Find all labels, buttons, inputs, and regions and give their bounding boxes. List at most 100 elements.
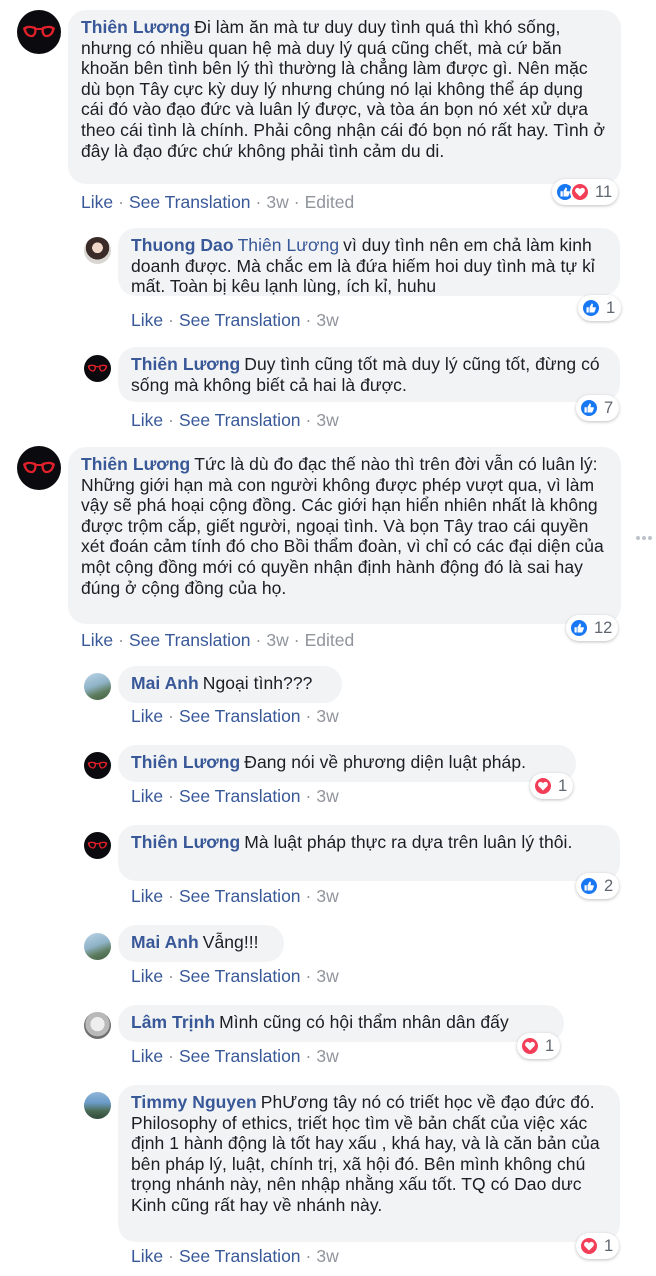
see-translation-link[interactable]: See Translation [179, 886, 301, 906]
avatar[interactable] [84, 355, 111, 382]
like-link[interactable]: Like [81, 630, 113, 650]
separator: · [305, 786, 312, 806]
reply-author[interactable]: Thiên Lương [131, 752, 240, 772]
separator: · [255, 192, 262, 212]
reply-bubble: Lâm Trịnh Mình cũng có hội thẩm nhân dân … [118, 1005, 564, 1042]
like-link[interactable]: Like [131, 786, 163, 806]
avatar[interactable] [84, 832, 111, 859]
separator: · [168, 1246, 174, 1266]
reaction-summary[interactable]: 1 [576, 1233, 620, 1259]
reply-text: Vẫng!!! [202, 932, 259, 952]
reaction-summary[interactable]: 7 [576, 395, 620, 421]
edited-label[interactable]: Edited [305, 192, 355, 212]
edited-label[interactable]: Edited [305, 630, 355, 650]
love-icon [570, 182, 590, 202]
see-translation-link[interactable]: See Translation [179, 786, 301, 806]
separator: · [118, 630, 124, 650]
reply-author[interactable]: Thuong Dao [131, 235, 234, 255]
separator: · [293, 630, 300, 650]
timestamp[interactable]: 3w [266, 630, 288, 650]
avatar[interactable] [84, 933, 111, 960]
avatar[interactable] [84, 752, 111, 779]
reaction-count: 1 [604, 1236, 614, 1255]
reply-actions: Like · See Translation · 3w [131, 706, 339, 727]
comment-text: Đi làm ăn mà tư duy duy tình quá thì khó… [81, 17, 606, 161]
comment-bubble: Thiên Lương Đi làm ăn mà tư duy duy tình … [68, 10, 621, 184]
avatar[interactable] [84, 237, 111, 264]
separator: · [168, 310, 174, 330]
avatar[interactable] [84, 1092, 111, 1119]
reply-author[interactable]: Mai Anh [131, 673, 199, 693]
reaction-summary[interactable]: 1 [530, 773, 574, 799]
like-icon [579, 398, 599, 418]
comment-author[interactable]: Thiên Lương [81, 17, 190, 37]
avatar[interactable] [17, 446, 61, 490]
separator: · [168, 786, 174, 806]
reaction-summary[interactable]: 11 [552, 179, 619, 205]
separator: · [255, 630, 262, 650]
like-link[interactable]: Like [81, 192, 113, 212]
timestamp[interactable]: 3w [316, 410, 338, 430]
reply-author[interactable]: Mai Anh [131, 932, 199, 952]
reaction-summary[interactable]: 2 [576, 873, 620, 899]
timestamp[interactable]: 3w [316, 886, 338, 906]
reaction-summary[interactable]: 1 [578, 295, 622, 321]
separator: · [168, 966, 174, 986]
timestamp[interactable]: 3w [316, 310, 338, 330]
separator: · [305, 410, 312, 430]
reply-author[interactable]: Thiên Lương [131, 354, 240, 374]
avatar[interactable] [84, 1012, 111, 1039]
reply-author[interactable]: Lâm Trịnh [131, 1012, 215, 1032]
glasses-icon [84, 752, 111, 779]
avatar[interactable] [84, 673, 111, 700]
separator: · [305, 886, 312, 906]
separator: · [168, 1046, 174, 1066]
reply-bubble: Thuong Dao Thiên Lương vì duy tình nên em … [118, 228, 620, 296]
see-translation-link[interactable]: See Translation [129, 192, 251, 212]
like-link[interactable]: Like [131, 410, 163, 430]
reply-author[interactable]: Thiên Lương [131, 832, 240, 852]
comment-author[interactable]: Thiên Lương [81, 454, 190, 474]
see-translation-link[interactable]: See Translation [129, 630, 251, 650]
see-translation-link[interactable]: See Translation [179, 1246, 301, 1266]
reaction-summary[interactable]: 1 [517, 1033, 561, 1059]
see-translation-link[interactable]: See Translation [179, 966, 301, 986]
avatar[interactable] [17, 10, 61, 54]
like-link[interactable]: Like [131, 1046, 163, 1066]
reaction-count: 2 [604, 876, 614, 895]
like-icon [569, 618, 589, 638]
timestamp[interactable]: 3w [266, 192, 288, 212]
comment-actions: Like · See Translation · 3w · Edited [81, 630, 354, 651]
see-translation-link[interactable]: See Translation [179, 310, 301, 330]
reply-actions: Like · See Translation · 3w [131, 410, 339, 431]
like-link[interactable]: Like [131, 310, 163, 330]
reply-bubble: Thiên Lương Mà luật pháp thực ra dựa trên… [118, 825, 620, 881]
timestamp[interactable]: 3w [316, 706, 338, 726]
like-link[interactable]: Like [131, 1246, 163, 1266]
reply-author[interactable]: Timmy Nguyen [131, 1092, 257, 1112]
separator: · [305, 1246, 312, 1266]
like-link[interactable]: Like [131, 886, 163, 906]
love-icon [533, 776, 553, 796]
separator: · [305, 310, 312, 330]
mention[interactable]: Thiên Lương [238, 235, 340, 255]
glasses-icon [84, 355, 111, 382]
glasses-icon [17, 10, 61, 54]
timestamp[interactable]: 3w [316, 1246, 338, 1266]
see-translation-link[interactable]: See Translation [179, 706, 301, 726]
timestamp[interactable]: 3w [316, 966, 338, 986]
reply-bubble: Thiên Lương Đang nói về phương diện luật … [118, 745, 576, 782]
comment-text: Tức là dù đo đạc thế nào thì trên đời vẫ… [81, 454, 604, 598]
like-link[interactable]: Like [131, 966, 163, 986]
see-translation-link[interactable]: See Translation [179, 1046, 301, 1066]
comment-actions: Like · See Translation · 3w · Edited [81, 192, 354, 213]
reply-bubble: Mai Anh Vẫng!!! [118, 925, 284, 962]
reply-bubble: Thiên Lương Duy tình cũng tốt mà duy lý c… [118, 347, 620, 402]
timestamp[interactable]: 3w [316, 1046, 338, 1066]
timestamp[interactable]: 3w [316, 786, 338, 806]
separator: · [168, 706, 174, 726]
see-translation-link[interactable]: See Translation [179, 410, 301, 430]
more-options-icon[interactable] [636, 536, 652, 540]
like-link[interactable]: Like [131, 706, 163, 726]
reaction-summary[interactable]: 12 [566, 615, 619, 641]
